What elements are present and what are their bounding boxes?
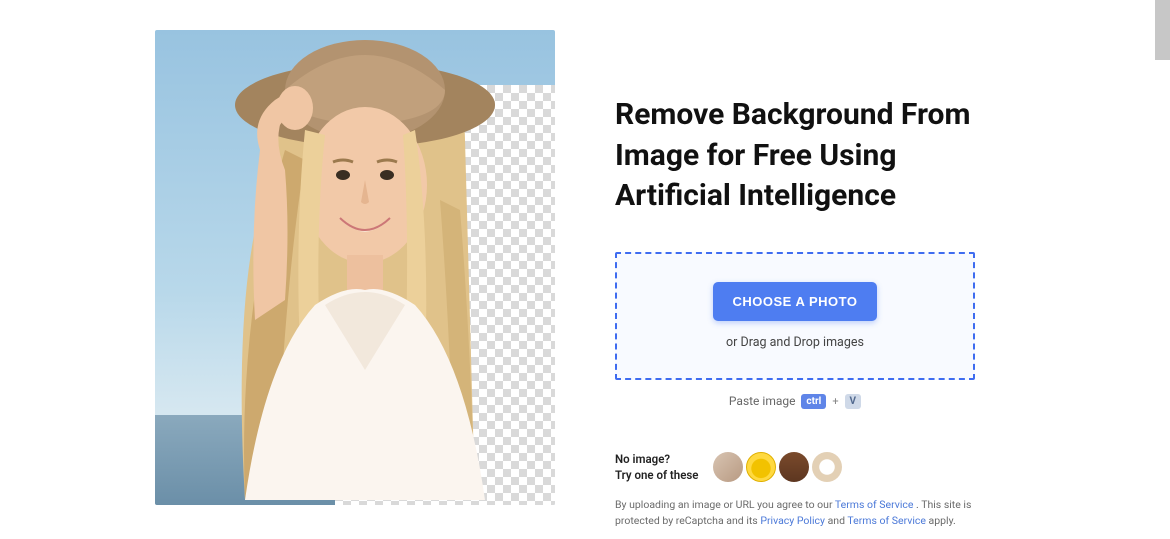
sample-image-2[interactable] bbox=[746, 452, 776, 482]
sample-image-3[interactable] bbox=[779, 452, 809, 482]
choose-photo-button[interactable]: CHOOSE A PHOTO bbox=[713, 282, 878, 321]
page-headline: Remove Background From Image for Free Us… bbox=[615, 95, 995, 217]
kbd-plus: + bbox=[832, 395, 838, 408]
terms-link-2[interactable]: Terms of Service bbox=[847, 514, 926, 527]
sample-image-4[interactable] bbox=[812, 452, 842, 482]
hero-image bbox=[155, 30, 555, 505]
paste-label: Paste image bbox=[729, 394, 796, 408]
no-image-label: No image? Try one of these bbox=[615, 451, 699, 483]
sample-images bbox=[713, 452, 842, 482]
terms-link[interactable]: Terms of Service bbox=[835, 498, 914, 511]
sample-image-1[interactable] bbox=[713, 452, 743, 482]
privacy-link[interactable]: Privacy Policy bbox=[760, 514, 825, 527]
kbd-v: V bbox=[845, 394, 862, 409]
scrollbar-thumb[interactable] bbox=[1155, 0, 1170, 60]
upload-dropzone[interactable]: CHOOSE A PHOTO or Drag and Drop images bbox=[615, 252, 975, 380]
paste-hint: Paste image ctrl + V bbox=[615, 394, 975, 409]
drag-drop-label: or Drag and Drop images bbox=[726, 335, 864, 350]
kbd-ctrl: ctrl bbox=[801, 394, 826, 409]
